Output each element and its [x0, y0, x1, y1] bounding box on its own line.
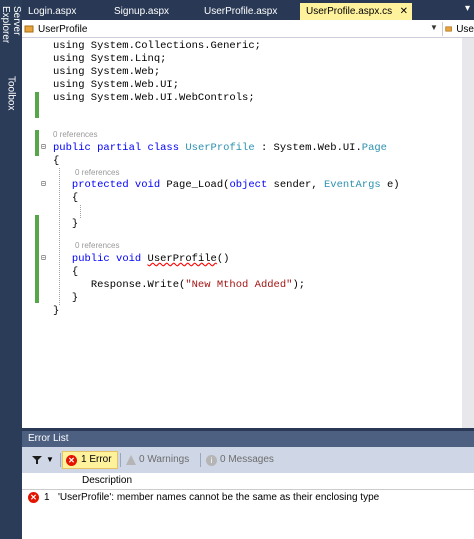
- error-list-header: Description: [22, 473, 474, 490]
- warnings-filter-button[interactable]: 0 Warnings: [122, 451, 202, 469]
- error-icon: ✕: [28, 492, 39, 503]
- error-description: 'UserProfile': member names cannot be th…: [58, 492, 380, 503]
- error-list-toolbar: ▼ ✕ 1 Error 0 Warnings i 0 Messages: [22, 447, 474, 473]
- codelens-references[interactable]: 0 references: [53, 130, 97, 139]
- description-column-header[interactable]: Description: [82, 475, 132, 486]
- error-list-panel: Error List ▼ ✕ 1 Error 0 Warnings i 0 Me…: [22, 431, 474, 539]
- collapse-icon[interactable]: ⊟: [41, 253, 46, 263]
- codelens-references[interactable]: 0 references: [75, 168, 119, 177]
- code-line: using System.Linq;: [53, 53, 167, 65]
- member-dropdown-label: Use: [456, 23, 474, 35]
- indent-guide: [80, 205, 82, 218]
- class-icon: [24, 25, 34, 33]
- indent-guide: [59, 168, 61, 305]
- tab-label: UserProfile.aspx: [204, 6, 278, 17]
- warnings-count-label: 0 Warnings: [139, 454, 190, 465]
- editor-area: Login.aspx Signup.aspx UserProfile.aspx …: [22, 0, 474, 539]
- codelens-references[interactable]: 0 references: [75, 241, 119, 250]
- tab-userprofile-aspx-cs[interactable]: UserProfile.aspx.cs ✕: [300, 3, 412, 20]
- side-tool-strip: Server Explorer Toolbox: [0, 0, 22, 539]
- tab-label: Signup.aspx: [114, 6, 170, 17]
- toolbox-tab[interactable]: Toolbox: [2, 76, 20, 116]
- divider: [200, 453, 201, 467]
- error-list-title: Error List: [22, 431, 474, 447]
- messages-count-label: 0 Messages: [220, 454, 274, 465]
- tab-login-aspx[interactable]: Login.aspx: [22, 3, 108, 20]
- close-icon[interactable]: ✕: [400, 3, 408, 20]
- tab-userprofile-aspx[interactable]: UserProfile.aspx: [198, 3, 300, 20]
- code-line: using System.Web.UI.WebControls;: [53, 92, 255, 104]
- member-dropdown[interactable]: Use: [442, 22, 474, 36]
- class-dropdown-label: UserProfile: [38, 23, 88, 35]
- code-line: {: [53, 155, 60, 167]
- code-line: {: [71, 266, 79, 278]
- code-text: using System.Collections.Generic; using …: [22, 38, 462, 428]
- navigation-bar: UserProfile ▼ Use: [22, 20, 474, 38]
- filter-dropdown[interactable]: ▼: [32, 451, 60, 469]
- collapse-icon[interactable]: ⊟: [41, 142, 46, 152]
- code-line: using System.Collections.Generic;: [53, 40, 261, 52]
- error-row[interactable]: ✕ 1 'UserProfile': member names cannot b…: [22, 490, 474, 506]
- tab-label: Login.aspx: [28, 6, 77, 17]
- chevron-down-icon[interactable]: ▼: [430, 23, 438, 32]
- tab-signup-aspx[interactable]: Signup.aspx: [108, 3, 198, 20]
- errors-count-label: 1 Error: [81, 454, 112, 465]
- document-tab-bar: Login.aspx Signup.aspx UserProfile.aspx …: [22, 0, 474, 20]
- divider: [120, 453, 121, 467]
- code-line: public void UserProfile(): [71, 253, 230, 265]
- warning-icon: [126, 455, 136, 465]
- info-icon: i: [206, 454, 217, 466]
- error-number: 1: [44, 492, 50, 503]
- divider: [60, 453, 61, 467]
- code-line: }: [71, 218, 79, 230]
- code-line: public partial class UserProfile : Syste…: [53, 142, 387, 154]
- code-line: using System.Web;: [53, 66, 161, 78]
- vertical-scrollbar[interactable]: [462, 38, 474, 428]
- code-editor[interactable]: using System.Collections.Generic; using …: [22, 38, 474, 428]
- tab-dropdown-icon[interactable]: ▾: [465, 3, 470, 14]
- filter-icon: [32, 456, 42, 464]
- code-line: protected void Page_Load(object sender, …: [71, 179, 400, 191]
- code-line: }: [71, 292, 79, 304]
- chevron-down-icon: ▼: [46, 455, 54, 464]
- collapse-icon[interactable]: ⊟: [41, 179, 46, 189]
- class-dropdown[interactable]: UserProfile: [24, 22, 452, 36]
- code-line: {: [71, 192, 79, 204]
- errors-filter-button[interactable]: ✕ 1 Error: [62, 451, 118, 469]
- class-icon: [445, 26, 452, 32]
- server-explorer-tab[interactable]: Server Explorer: [0, 6, 22, 74]
- code-line: }: [53, 305, 60, 317]
- messages-filter-button[interactable]: i 0 Messages: [202, 451, 286, 469]
- code-line: using System.Web.UI;: [53, 79, 180, 91]
- tab-label: UserProfile.aspx.cs: [306, 6, 393, 17]
- error-icon: ✕: [66, 454, 77, 466]
- code-line: Response.Write("New Mthod Added");: [90, 279, 306, 291]
